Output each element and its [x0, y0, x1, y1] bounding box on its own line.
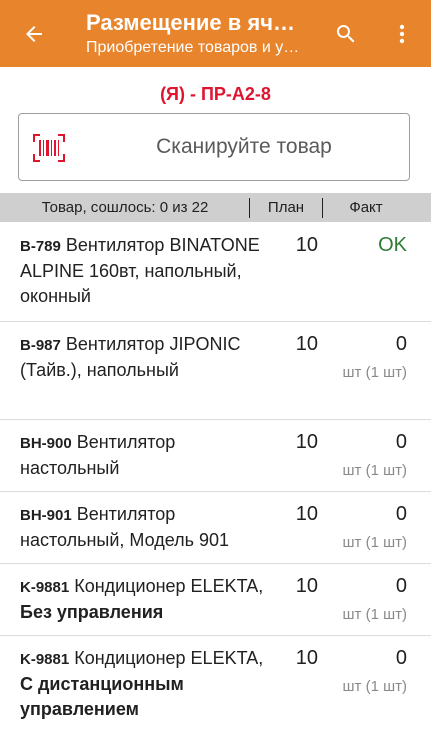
overflow-menu-button[interactable] — [382, 14, 422, 54]
header-fact: Факт — [349, 199, 383, 216]
fact-unit: шт (1 шт) — [342, 678, 407, 695]
plan-qty: 10 — [295, 333, 318, 355]
table-row[interactable]: K-9881 Кондиционер ELEKTA, С дистанционн… — [0, 636, 431, 739]
product-title: Кондиционер ELEKTA, — [74, 576, 264, 596]
table-row[interactable]: BH-900 Вентилятор настольный 10 0 шт (1 … — [0, 420, 431, 492]
fact-unit: шт (1 шт) — [342, 606, 407, 623]
fact-qty: 0 — [395, 647, 407, 669]
product-code: K-9881 — [20, 651, 70, 668]
product-name: BH-900 Вентилятор настольный — [20, 430, 270, 481]
product-variant: С дистанционным управлением — [20, 674, 184, 719]
plan-qty: 10 — [295, 647, 318, 669]
back-button[interactable] — [14, 14, 54, 54]
product-name: K-9881 Кондиционер ELEKTA, Без управлени… — [20, 574, 270, 625]
plan-qty: 10 — [295, 503, 318, 525]
product-name: B-789 Вентилятор BINATONE ALPINE 160вт, … — [20, 233, 270, 309]
header-plan: План — [267, 199, 305, 216]
product-code: BH-900 — [20, 435, 72, 452]
page-subtitle: Приобретение товаров и у… — [86, 39, 300, 56]
product-name: K-9881 Кондиционер ELEKTA, С дистанционн… — [20, 646, 270, 722]
app-bar: Размещение в яч… Приобретение товаров и … — [0, 0, 431, 67]
product-code: BH-901 — [20, 507, 72, 524]
fact-unit: шт (1 шт) — [342, 534, 407, 551]
table-row[interactable]: BH-901 Вентилятор настольный, Модель 901… — [0, 492, 431, 564]
header-product: Товар, сошлось: 0 из 22 — [41, 199, 209, 216]
plan-qty: 10 — [295, 575, 318, 597]
product-code: B-987 — [20, 337, 61, 354]
scan-product-field[interactable]: Сканируйте товар — [18, 113, 410, 181]
page-title: Размещение в яч… — [86, 10, 295, 35]
back-arrow-icon — [26, 26, 42, 42]
fact-status: OK — [378, 234, 407, 256]
fact-unit: шт (1 шт) — [342, 364, 407, 381]
table-row[interactable]: B-987 Вентилятор JIPONIC (Тайв.), наполь… — [0, 322, 431, 420]
table-header: Товар, сошлось: 0 из 22 План Факт — [0, 193, 431, 222]
fact-qty: 0 — [395, 431, 407, 453]
fact-qty: 0 — [395, 503, 407, 525]
fact-unit: шт (1 шт) — [342, 462, 407, 479]
table-row[interactable]: B-789 Вентилятор BINATONE ALPINE 160вт, … — [0, 223, 431, 322]
more-vert-icon — [399, 24, 405, 44]
fact-qty: 0 — [395, 333, 407, 355]
cell-label: (Я) - ПР-А2-8 — [160, 84, 271, 104]
fact-qty: 0 — [395, 575, 407, 597]
product-variant: Без управления — [20, 602, 164, 622]
product-title: Кондиционер ELEKTA, — [74, 648, 264, 668]
app-bar-titles: Размещение в яч… Приобретение товаров и … — [86, 8, 316, 58]
product-code: B-789 — [20, 238, 61, 255]
scan-placeholder: Сканируйте товар — [156, 135, 332, 158]
product-name: BH-901 Вентилятор настольный, Модель 901 — [20, 502, 270, 553]
product-name: B-987 Вентилятор JIPONIC (Тайв.), наполь… — [20, 332, 270, 383]
plan-qty: 10 — [295, 234, 318, 256]
plan-qty: 10 — [295, 431, 318, 453]
table-row[interactable]: K-9881 Кондиционер ELEKTA, Без управлени… — [0, 564, 431, 636]
search-button[interactable] — [326, 14, 366, 54]
product-code: K-9881 — [20, 579, 70, 596]
barcode-icon — [33, 134, 65, 162]
search-icon — [337, 25, 355, 43]
